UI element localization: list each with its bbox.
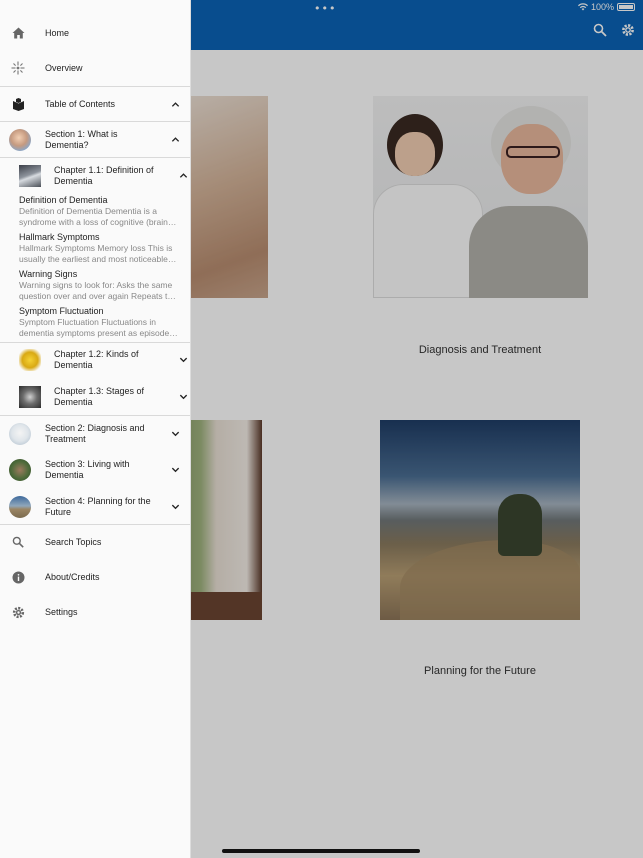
- nav-search-topics[interactable]: Search Topics: [0, 533, 190, 551]
- home-indicator[interactable]: [222, 849, 420, 853]
- gear-icon: [9, 603, 27, 621]
- overview-icon: [9, 59, 27, 77]
- nav-search-label: Search Topics: [45, 536, 102, 547]
- info-icon: [9, 568, 27, 586]
- topic-title: Warning Signs: [19, 269, 78, 279]
- nav-section-3[interactable]: Section 3: Living with Dementia: [0, 456, 190, 483]
- divider: [0, 342, 190, 343]
- topic-warning-signs[interactable]: Warning Signs Warning signs to look for:…: [19, 269, 190, 302]
- divider: [0, 524, 190, 525]
- topic-description: usually the earliest and most noticeable…: [19, 254, 177, 264]
- nav-about-credits[interactable]: About/Credits: [0, 568, 190, 586]
- section-1-thumbnail: [9, 128, 31, 151]
- home-icon: [9, 24, 27, 42]
- navigation-drawer: Home Overview Table of Contents Section …: [0, 0, 191, 858]
- topic-description: syndrome with a loss of cognitive (brain…: [19, 217, 177, 227]
- divider: [0, 121, 190, 122]
- topic-symptom-fluctuation[interactable]: Symptom Fluctuation Symptom Fluctuation …: [19, 306, 190, 339]
- nav-section-3-label: Section 3: Living with Dementia: [45, 458, 130, 480]
- nav-chapter-1-3[interactable]: Chapter 1.3: Stages of Dementia: [0, 383, 190, 410]
- nav-overview[interactable]: Overview: [0, 59, 190, 77]
- chapter-1-1-thumbnail: [19, 164, 41, 187]
- nav-about-label: About/Credits: [45, 571, 100, 582]
- chapter-1-2-thumbnail: [19, 348, 41, 371]
- chevron-up-icon[interactable]: [171, 100, 180, 109]
- chevron-down-icon[interactable]: [179, 355, 188, 364]
- nav-settings[interactable]: Settings: [0, 603, 190, 621]
- nav-chapter-1-2[interactable]: Chapter 1.2: Kinds of Dementia: [0, 346, 190, 373]
- section-4-thumbnail: [9, 495, 31, 518]
- divider: [0, 415, 190, 416]
- topic-hallmark-symptoms[interactable]: Hallmark Symptoms Hallmark Symptoms Memo…: [19, 232, 190, 265]
- nav-chapter-1-1[interactable]: Chapter 1.1: Definition of Dementia: [0, 162, 190, 189]
- topic-description: question over and over again Repeats t…: [19, 291, 176, 301]
- nav-section-1-label: Section 1: What is Dementia?: [45, 128, 118, 150]
- book-icon: [9, 95, 27, 113]
- chevron-up-icon[interactable]: [171, 135, 180, 144]
- topic-description: Hallmark Symptoms Memory loss This is: [19, 243, 173, 253]
- chapter-1-3-thumbnail: [19, 385, 41, 408]
- divider: [0, 157, 190, 158]
- topic-title: Definition of Dementia: [19, 195, 108, 205]
- nav-section-2[interactable]: Section 2: Diagnosis and Treatment: [0, 420, 190, 447]
- nav-table-of-contents[interactable]: Table of Contents: [0, 95, 190, 113]
- divider: [0, 86, 190, 87]
- topic-description: Warning signs to look for: Asks the same: [19, 280, 173, 290]
- chevron-down-icon[interactable]: [171, 502, 180, 511]
- drawer-status-area: [0, 0, 190, 16]
- chevron-down-icon[interactable]: [171, 465, 180, 474]
- nav-section-4-label: Section 4: Planning for the Future: [45, 495, 151, 517]
- section-2-thumbnail: [9, 422, 31, 445]
- nav-overview-label: Overview: [45, 62, 83, 73]
- nav-section-2-label: Section 2: Diagnosis and Treatment: [45, 422, 145, 444]
- nav-chapter-1-3-label: Chapter 1.3: Stages of Dementia: [54, 385, 145, 407]
- nav-section-1[interactable]: Section 1: What is Dementia?: [0, 126, 190, 153]
- chevron-up-icon[interactable]: [179, 171, 188, 180]
- topic-description: Symptom Fluctuation Fluctuations in: [19, 317, 157, 327]
- topic-definition-of-dementia[interactable]: Definition of Dementia Definition of Dem…: [19, 195, 190, 228]
- chevron-down-icon[interactable]: [179, 392, 188, 401]
- nav-home-label: Home: [45, 27, 70, 38]
- nav-chapter-1-2-label: Chapter 1.2: Kinds of Dementia: [54, 348, 139, 370]
- search-icon: [9, 533, 27, 551]
- topic-title: Hallmark Symptoms: [19, 232, 100, 242]
- nav-settings-label: Settings: [45, 606, 78, 617]
- nav-section-4[interactable]: Section 4: Planning for the Future: [0, 493, 190, 520]
- chevron-down-icon[interactable]: [171, 429, 180, 438]
- section-3-thumbnail: [9, 458, 31, 481]
- topic-description: Definition of Dementia Dementia is a: [19, 206, 157, 216]
- topic-title: Symptom Fluctuation: [19, 306, 104, 316]
- nav-toc-label: Table of Contents: [45, 98, 116, 109]
- topic-description: dementia symptoms present as episode…: [19, 328, 178, 338]
- nav-chapter-1-1-label: Chapter 1.1: Definition of Dementia: [54, 164, 154, 186]
- nav-home[interactable]: Home: [0, 24, 190, 42]
